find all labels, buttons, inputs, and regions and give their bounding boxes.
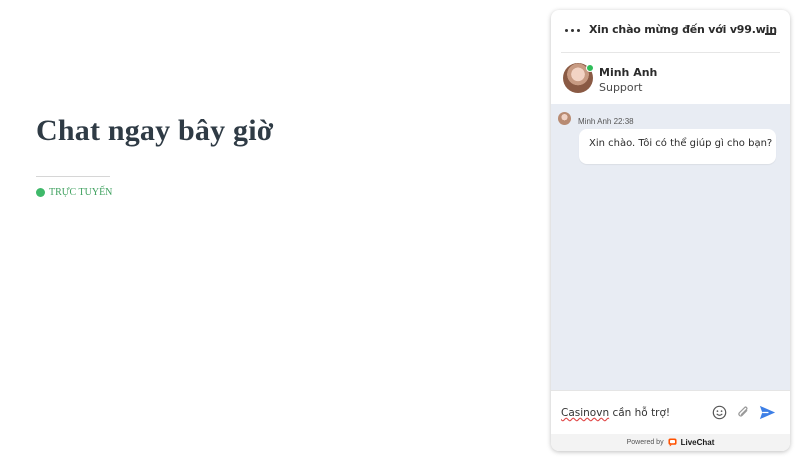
message-meta: Minh Anh 22:38 (578, 117, 634, 126)
emoji-icon[interactable] (712, 405, 727, 420)
more-dots-icon[interactable] (565, 26, 581, 34)
online-status: TRỰC TUYẾN (36, 187, 112, 198)
agent-online-dot-icon (586, 64, 594, 72)
agent-card: Minh Anh Support (551, 53, 790, 103)
input-misspelled-word: Casinovn (561, 407, 610, 419)
message-input[interactable]: Casinovn cần hỗ trợ! (561, 407, 670, 419)
chat-header: Xin chào mừng đến với v99.win (551, 10, 790, 52)
chat-header-title: Xin chào mừng đến với v99.win (589, 23, 777, 36)
attachment-icon[interactable] (736, 405, 751, 420)
message-avatar (558, 112, 571, 125)
message-list[interactable]: Minh Anh 22:38 Xin chào. Tôi có thể giúp… (551, 104, 790, 390)
chat-widget: Xin chào mừng đến với v99.win Minh Anh S… (551, 10, 790, 451)
agent-role: Support (599, 81, 643, 94)
input-rest: cần hỗ trợ! (609, 407, 671, 419)
minimize-icon[interactable] (764, 23, 778, 37)
message-sender: Minh Anh (578, 117, 612, 126)
agent-name: Minh Anh (599, 66, 658, 79)
page-title: Chat ngay bây giờ (36, 114, 274, 147)
chat-footer: Powered by LiveChat (551, 434, 790, 451)
send-icon[interactable] (758, 403, 777, 422)
livechat-logo-icon (668, 438, 677, 447)
title-divider (36, 176, 110, 177)
message-composer: Casinovn cần hỗ trợ! (551, 390, 790, 434)
status-dot-icon (36, 188, 45, 197)
message-bubble: Xin chào. Tôi có thể giúp gì cho bạn? (579, 129, 776, 164)
livechat-brand[interactable]: LiveChat (681, 438, 715, 447)
powered-by-label: Powered by (626, 439, 664, 446)
status-label: TRỰC TUYẾN (49, 187, 113, 198)
message-time: 22:38 (613, 117, 634, 126)
